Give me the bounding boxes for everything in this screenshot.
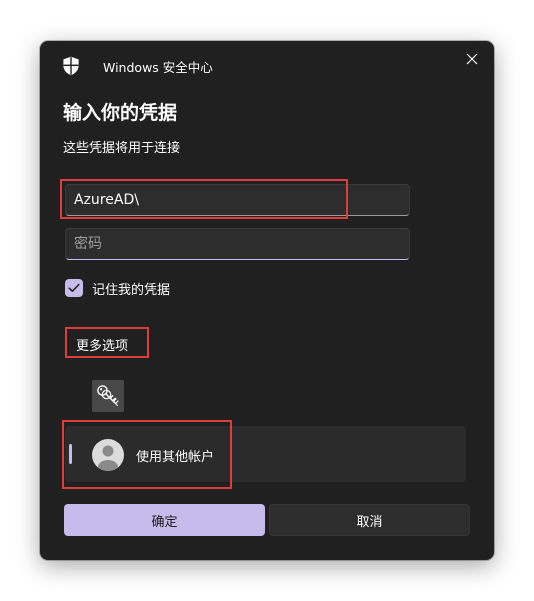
password-input[interactable] [65,228,410,260]
use-other-account-label: 使用其他帐户 [136,450,215,465]
credential-option-key[interactable] [92,380,124,412]
credential-dialog: Windows 安全中心 输入你的凭据 这些凭据将用于连接 记住我的凭据 更多选… [40,41,494,560]
remember-credentials-label: 记住我的凭据 [92,283,171,298]
use-other-account-option[interactable]: 使用其他帐户 [65,426,466,482]
key-icon [97,385,119,407]
app-title: Windows 安全中心 [103,60,213,75]
ok-button[interactable]: 确定 [64,504,265,536]
checkmark-icon [68,283,80,292]
close-button[interactable] [458,47,486,71]
cancel-button[interactable]: 取消 [269,504,470,536]
selection-indicator [69,444,72,464]
remember-credentials-checkbox[interactable] [65,279,83,297]
username-input[interactable] [65,184,410,216]
close-icon [466,53,478,65]
dialog-heading: 输入你的凭据 [63,102,178,124]
person-avatar-icon [92,439,124,471]
more-options-link[interactable]: 更多选项 [76,335,128,354]
shield-icon [63,56,79,76]
dialog-subheading: 这些凭据将用于连接 [63,141,181,156]
